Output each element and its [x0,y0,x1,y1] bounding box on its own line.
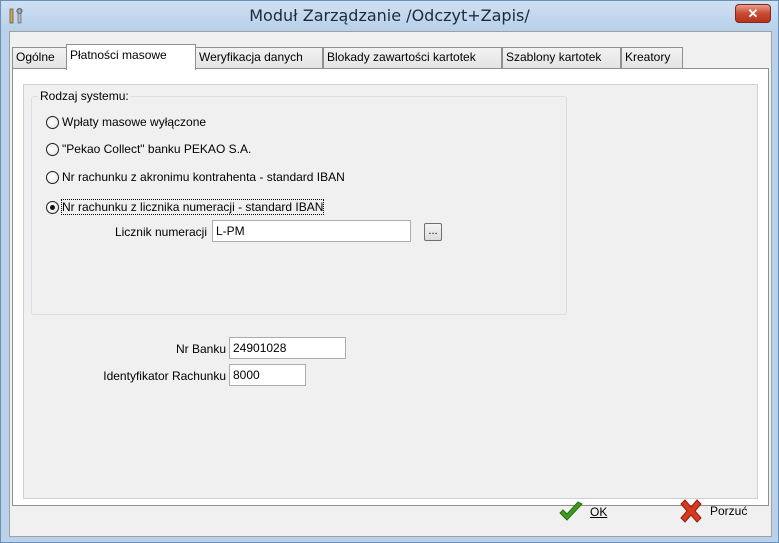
tab-weryfikacja-danych[interactable]: Weryfikacja danych [195,47,323,69]
nr-banku-label: Nr Banku [175,342,226,356]
x-mark-icon [680,499,702,523]
tab-ogolne[interactable]: Ogólne [12,47,70,69]
client-area: Ogólne Płatności masowe Weryfikacja dany… [9,31,772,537]
radio-label: Nr rachunku z licznika numeracji - stand… [60,199,325,215]
radio-button[interactable] [46,170,59,184]
close-icon: ✕ [747,6,759,21]
tab-blokady-zawartosci-kartotek[interactable]: Blokady zawartości kartotek [323,47,502,69]
tab-strip: Ogólne Płatności masowe Weryfikacja dany… [12,44,752,70]
ok-button[interactable]: OK [558,499,607,525]
ok-label: OK [590,505,608,519]
counter-browse-button[interactable]: ... [424,223,442,241]
cancel-label: Porzuć [710,504,748,518]
tab-platnosci-masowe[interactable]: Płatności masowe [66,44,196,70]
tab-szablony-kartotek[interactable]: Szablony kartotek [502,47,621,69]
radio-label: Nr rachunku z akronimu kontrahenta - sta… [62,170,345,184]
system-type-group: Rodzaj systemu: Wpłaty masowe wyłączone … [31,89,567,315]
radio-option-akronim-iban[interactable]: Nr rachunku z akronimu kontrahenta - sta… [46,169,345,185]
radio-option-pekao-collect[interactable]: "Pekao Collect" banku PEKAO S.A. [46,141,251,157]
nr-banku-input[interactable]: 24901028 [229,337,346,359]
identyfikator-rachunku-input[interactable]: 8000 [229,364,306,386]
radio-label: "Pekao Collect" banku PEKAO S.A. [62,142,252,156]
radio-button-checked[interactable] [46,200,59,214]
radio-option-disabled[interactable]: Wpłaty masowe wyłączone [46,114,206,130]
identyfikator-rachunku-label: Identyfikator Rachunku [103,369,226,383]
checkmark-icon [559,501,583,521]
radio-button[interactable] [46,115,59,129]
title-bar[interactable]: Moduł Zarządzanie /Odczyt+Zapis/ ✕ [1,1,778,31]
dialog-window: Moduł Zarządzanie /Odczyt+Zapis/ ✕ Ogóln… [0,0,779,543]
radio-button[interactable] [46,142,59,156]
window-title: Moduł Zarządzanie /Odczyt+Zapis/ [249,6,530,25]
counter-input[interactable]: L-PM [212,220,411,242]
settings-panel: Rodzaj systemu: Wpłaty masowe wyłączone … [23,84,758,499]
radio-label: Wpłaty masowe wyłączone [62,115,207,129]
group-legend: Rodzaj systemu: [38,89,131,103]
radio-option-licznik-iban[interactable]: Nr rachunku z licznika numeracji - stand… [46,199,325,215]
tab-kreatory[interactable]: Kreatory [621,47,683,69]
tab-panel-platnosci-masowe: Rodzaj systemu: Wpłaty masowe wyłączone … [12,68,769,506]
counter-label: Licznik numeracji [114,225,207,239]
cancel-button[interactable]: Porzuć [678,498,747,524]
close-button[interactable]: ✕ [735,4,771,23]
